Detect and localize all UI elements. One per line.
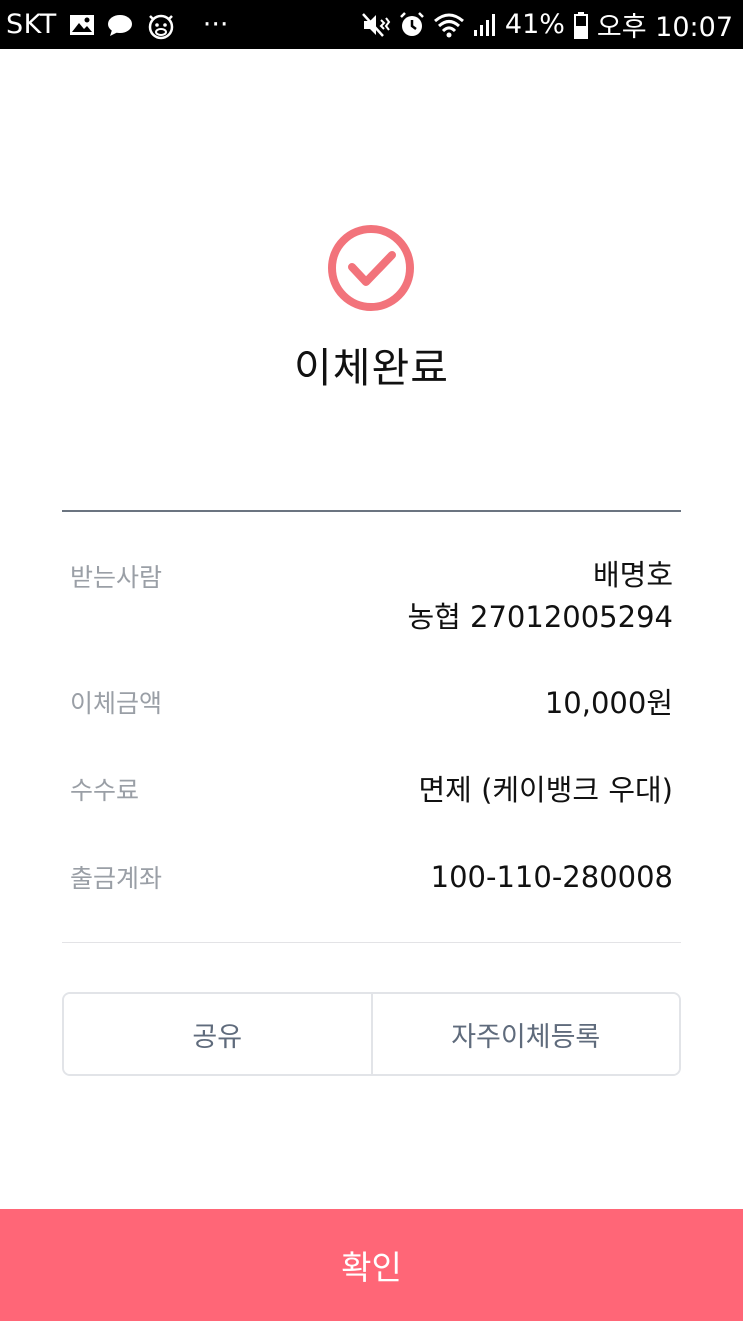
carrier-label: SKT (6, 9, 57, 40)
signal-icon (473, 13, 497, 37)
section-divider-bottom (62, 942, 681, 943)
cow-app-icon (145, 10, 177, 40)
register-favorite-transfer-button[interactable]: 자주이체등록 (370, 994, 679, 1074)
fee-label: 수수료 (70, 776, 140, 805)
secondary-action-group: 공유 자주이체등록 (62, 992, 681, 1076)
page-title: 이체완료 (294, 344, 449, 392)
check-circle-icon (328, 225, 414, 311)
status-bar: SKT ··· 41% 오후 10:07 (0, 0, 743, 49)
battery-icon (573, 11, 589, 39)
amount-label: 이체금액 (70, 689, 163, 718)
gallery-icon (69, 14, 95, 36)
more-notifications-icon: ··· (202, 9, 229, 40)
confirm-button[interactable]: 확인 (0, 1209, 743, 1321)
recipient-value: 배명호 농협 27012005294 (407, 554, 673, 638)
source-account-label: 출금계좌 (70, 864, 163, 893)
alarm-icon (399, 11, 425, 38)
amount-value: 10,000원 (544, 686, 673, 720)
recipient-label: 받는사람 (70, 563, 163, 592)
section-divider-top (62, 510, 681, 512)
clock-label: 오후 10:07 (596, 12, 733, 43)
wifi-icon (433, 12, 465, 38)
source-account-value: 100-110-280008 (430, 860, 673, 894)
status-right: 41% 오후 10:07 (361, 5, 733, 44)
battery-percent: 41% (504, 9, 565, 40)
status-left: SKT ··· (6, 9, 229, 40)
fee-value: 면제 (케이뱅크 우대) (418, 773, 673, 807)
mute-vibrate-icon (361, 12, 391, 38)
chat-bubble-icon (107, 13, 133, 37)
recipient-name: 배명호 (592, 558, 673, 592)
transfer-complete-screen: SKT ··· 41% 오후 10:07 이체완료 받는사람 배명호 농협 27… (0, 0, 743, 1321)
share-button[interactable]: 공유 (64, 994, 371, 1074)
recipient-account: 농협 27012005294 (407, 600, 673, 634)
